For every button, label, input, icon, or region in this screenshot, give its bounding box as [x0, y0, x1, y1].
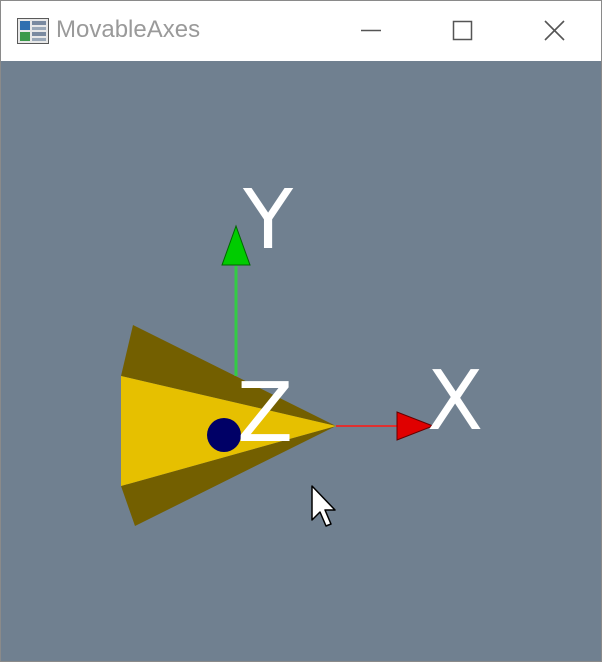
app-window-icon [17, 18, 49, 44]
movable-axes-window: MovableAxes Y Z X [0, 0, 602, 662]
maximize-icon [452, 20, 473, 41]
minimize-button[interactable] [325, 1, 417, 61]
mouse-pointer-icon [311, 485, 336, 527]
y-axis-label: Y [242, 173, 294, 268]
close-icon [544, 20, 565, 41]
x-axis-label: X [427, 354, 483, 449]
close-button[interactable] [509, 1, 601, 61]
z-axis-marker [207, 418, 241, 452]
window-title: MovableAxes [56, 16, 201, 43]
3d-viewport[interactable]: Y Z X [1, 61, 601, 661]
z-axis-label: Z [237, 366, 293, 461]
title-bar[interactable]: MovableAxes [1, 1, 601, 61]
maximize-button[interactable] [417, 1, 509, 61]
